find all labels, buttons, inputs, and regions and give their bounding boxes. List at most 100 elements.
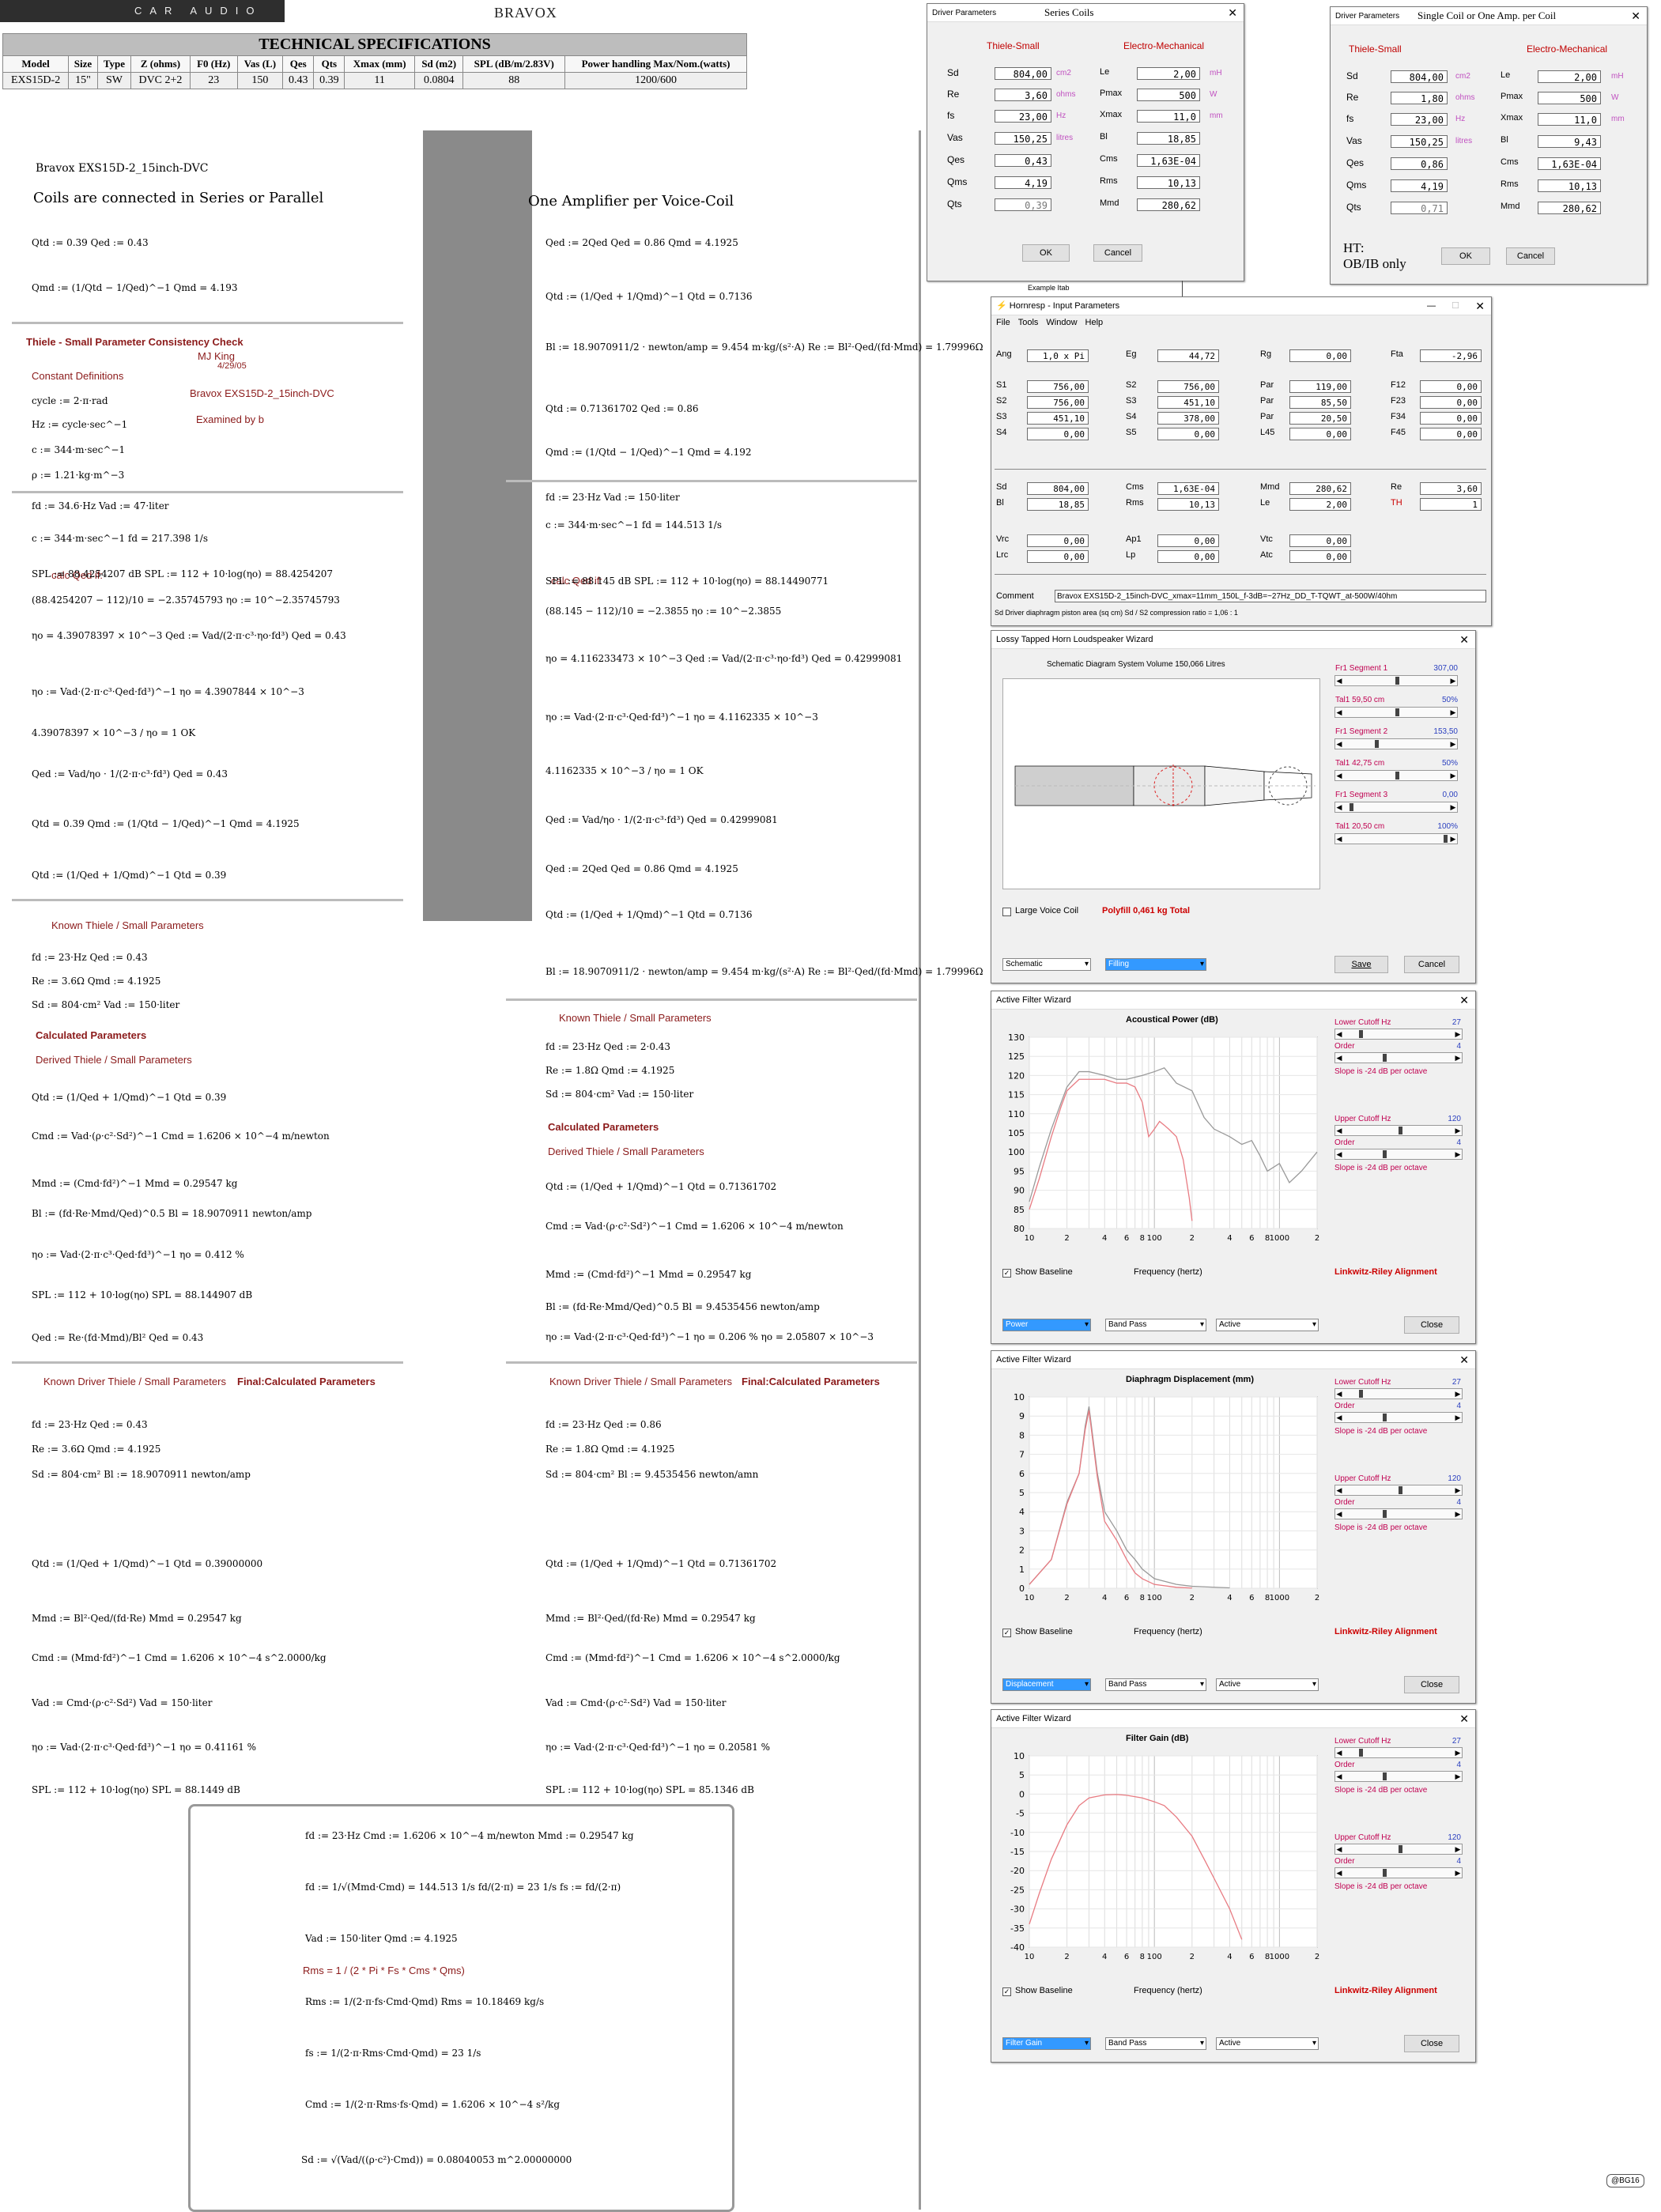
param-field-atc[interactable]: 0,00	[1289, 550, 1351, 563]
param-field-vtc[interactable]: 0,00	[1289, 534, 1351, 547]
param-field-bl[interactable]: 9,43	[1538, 135, 1601, 148]
save-button[interactable]: Save	[1334, 956, 1388, 973]
param-field-qts[interactable]: 0,39	[995, 198, 1051, 211]
param-field-th[interactable]: 1	[1420, 498, 1482, 511]
param-field-s1[interactable]: 756,00	[1027, 380, 1089, 393]
param-field-lrc[interactable]: 0,00	[1027, 550, 1089, 563]
band-pass-dropdown[interactable]: Band Pass	[1105, 2037, 1206, 2050]
minimize-icon[interactable]: —	[1427, 297, 1436, 315]
param-field-rms[interactable]: 10,13	[1538, 179, 1601, 192]
param-field-s4[interactable]: 378,00	[1157, 412, 1219, 425]
arrow-right-icon[interactable]: ▶	[1454, 1413, 1462, 1422]
param-field-pmax[interactable]: 500	[1538, 92, 1601, 104]
arrow-left-icon[interactable]: ◀	[1335, 802, 1343, 812]
cancel-button[interactable]: Cancel	[1093, 244, 1142, 262]
arrow-left-icon[interactable]: ◀	[1335, 1029, 1343, 1039]
param-field-re[interactable]: 3,60	[995, 89, 1051, 101]
order-slider[interactable]: ◀ ▶	[1334, 1867, 1463, 1878]
param-field-mmd[interactable]: 280,62	[1289, 482, 1351, 495]
param-field-fs[interactable]: 23,00	[1391, 113, 1448, 126]
slider-thumb[interactable]	[1383, 1772, 1387, 1780]
slider-thumb[interactable]	[1444, 835, 1448, 843]
band-pass-dropdown[interactable]: Band Pass	[1105, 1319, 1206, 1331]
lower-cutoff-slider[interactable]: ◀ ▶	[1334, 1029, 1463, 1040]
arrow-left-icon[interactable]: ◀	[1335, 708, 1343, 717]
show-baseline-checkbox[interactable]: ✓	[1002, 1987, 1011, 1996]
slider-thumb[interactable]	[1350, 803, 1354, 811]
param-field-le[interactable]: 2,00	[1137, 67, 1200, 80]
band-pass-dropdown[interactable]: Band Pass	[1105, 1678, 1206, 1691]
arrow-left-icon[interactable]: ◀	[1335, 1485, 1343, 1495]
arrow-left-icon[interactable]: ◀	[1335, 1509, 1343, 1519]
slider-thumb[interactable]	[1383, 1054, 1387, 1062]
param-field-le[interactable]: 2,00	[1538, 70, 1601, 83]
param-field-re[interactable]: 3,60	[1420, 482, 1482, 495]
arrow-right-icon[interactable]: ▶	[1454, 1389, 1462, 1399]
cancel-button[interactable]: Cancel	[1404, 956, 1459, 973]
arrow-left-icon[interactable]: ◀	[1335, 1389, 1343, 1399]
arrow-right-icon[interactable]: ▶	[1454, 1844, 1462, 1854]
slider-thumb[interactable]	[1375, 740, 1380, 748]
arrow-right-icon[interactable]: ▶	[1454, 1772, 1462, 1781]
param-field-f12[interactable]: 0,00	[1420, 380, 1482, 393]
param-field-vas[interactable]: 150,25	[1391, 135, 1448, 148]
param-field-s4[interactable]: 0,00	[1027, 428, 1089, 440]
close-button[interactable]: Close	[1404, 1316, 1459, 1334]
arrow-right-icon[interactable]: ▶	[1449, 739, 1457, 749]
param-field-rg[interactable]: 0,00	[1289, 349, 1351, 362]
param-field-xmax[interactable]: 11,0	[1538, 113, 1601, 126]
order-slider[interactable]: ◀ ▶	[1334, 1412, 1463, 1423]
show-baseline-checkbox[interactable]: ✓	[1002, 1629, 1011, 1637]
mode-dropdown[interactable]: Displacement	[1002, 1678, 1091, 1691]
param-field-sd[interactable]: 804,00	[1391, 70, 1448, 83]
arrow-right-icon[interactable]: ▶	[1454, 1053, 1462, 1063]
order-slider[interactable]: ◀ ▶	[1334, 1508, 1463, 1519]
param-field-sd[interactable]: 804,00	[1027, 482, 1089, 495]
param-field-fs[interactable]: 23,00	[995, 110, 1051, 123]
upper-cutoff-slider[interactable]: ◀ ▶	[1334, 1485, 1463, 1496]
arrow-left-icon[interactable]: ◀	[1335, 1126, 1343, 1135]
comment-field[interactable]: Bravox EXS15D-2_15inch-DVC_xmax=11mm_150…	[1055, 590, 1486, 602]
param-field-eg[interactable]: 44,72	[1157, 349, 1219, 362]
slider-thumb[interactable]	[1395, 708, 1399, 716]
slider-thumb[interactable]	[1399, 1486, 1402, 1494]
slider-thumb[interactable]	[1383, 1150, 1387, 1158]
close-icon[interactable]: ✕	[1631, 7, 1640, 25]
param-field-re[interactable]: 1,80	[1391, 92, 1448, 104]
close-icon[interactable]: ✕	[1459, 631, 1469, 648]
upper-cutoff-slider[interactable]: ◀ ▶	[1334, 1125, 1463, 1136]
param-field-s2[interactable]: 756,00	[1027, 396, 1089, 409]
arrow-left-icon[interactable]: ◀	[1335, 739, 1343, 749]
param-field-vrc[interactable]: 0,00	[1027, 534, 1089, 547]
slider-thumb[interactable]	[1359, 1390, 1363, 1398]
param-field-ang[interactable]: 1,0 x Pi	[1027, 349, 1089, 362]
slider-control[interactable]: ◀ ▶	[1334, 833, 1458, 844]
param-field-qms[interactable]: 4,19	[1391, 179, 1448, 192]
arrow-left-icon[interactable]: ◀	[1335, 1413, 1343, 1422]
arrow-right-icon[interactable]: ▶	[1454, 1748, 1462, 1757]
param-field-s3[interactable]: 451,10	[1027, 412, 1089, 425]
slider-thumb[interactable]	[1359, 1030, 1363, 1038]
active-dropdown[interactable]: Active	[1216, 2037, 1319, 2050]
active-dropdown[interactable]: Active	[1216, 1678, 1319, 1691]
param-field-f23[interactable]: 0,00	[1420, 396, 1482, 409]
arrow-left-icon[interactable]: ◀	[1335, 1868, 1343, 1878]
param-field-sd[interactable]: 804,00	[995, 67, 1051, 80]
param-field-rms[interactable]: 10,13	[1137, 176, 1200, 189]
param-field-cms[interactable]: 1,63E-04	[1137, 154, 1200, 167]
schematic-dropdown[interactable]: Schematic	[1002, 958, 1091, 971]
ok-button[interactable]: OK	[1441, 247, 1490, 265]
close-icon[interactable]: ✕	[1228, 4, 1237, 21]
param-field-qes[interactable]: 0,43	[995, 154, 1051, 167]
arrow-left-icon[interactable]: ◀	[1335, 676, 1343, 685]
param-field-f34[interactable]: 0,00	[1420, 412, 1482, 425]
slider-thumb[interactable]	[1399, 1127, 1402, 1134]
param-field-s2[interactable]: 756,00	[1157, 380, 1219, 393]
slider-control[interactable]: ◀ ▶	[1334, 707, 1458, 718]
param-field-rms[interactable]: 10,13	[1157, 498, 1219, 511]
arrow-left-icon[interactable]: ◀	[1335, 1748, 1343, 1757]
slider-control[interactable]: ◀ ▶	[1334, 675, 1458, 686]
param-field-vas[interactable]: 150,25	[995, 132, 1051, 145]
param-field-mmd[interactable]: 280,62	[1538, 202, 1601, 214]
arrow-right-icon[interactable]: ▶	[1454, 1126, 1462, 1135]
